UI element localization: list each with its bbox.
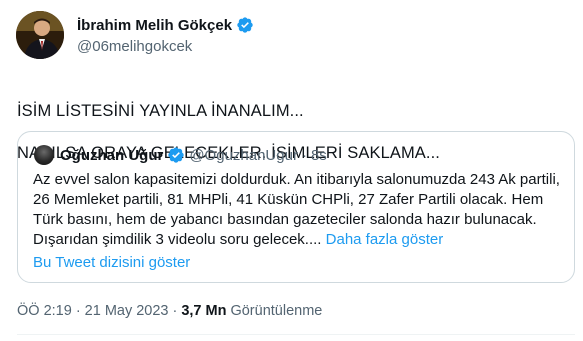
author-handle[interactable]: @06melihgokcek bbox=[77, 38, 192, 55]
meta-separator: · bbox=[75, 303, 81, 319]
quoted-author-avatar[interactable] bbox=[34, 145, 54, 165]
meta-separator: · bbox=[172, 303, 178, 319]
show-more-link[interactable]: Daha fazla göster bbox=[326, 231, 444, 248]
show-thread-link[interactable]: Bu Tweet dizisini göster bbox=[33, 254, 190, 271]
quoted-timestamp[interactable]: 8s bbox=[311, 147, 327, 164]
quoted-tweet-body: Az evvel salon kapasitemizi doldurduk. A… bbox=[33, 171, 560, 248]
quoted-separator: · bbox=[301, 146, 307, 164]
quoted-author-handle[interactable]: @OguzhanUgur bbox=[189, 147, 298, 164]
view-count-label: Görüntülenme bbox=[230, 303, 323, 319]
quoted-tweet-text: Az evvel salon kapasitemizi doldurduk. A… bbox=[33, 170, 563, 250]
tweet-date[interactable]: 21 May 2023 bbox=[85, 303, 169, 319]
verified-badge-icon bbox=[237, 17, 253, 33]
quoted-tweet-header: Oğuzhan Uğur @OguzhanUgur · 8s bbox=[60, 146, 327, 164]
view-count: 3,7 Mn bbox=[181, 303, 227, 319]
author-avatar[interactable] bbox=[16, 11, 64, 59]
tweet-time[interactable]: ÖÖ 2:19 bbox=[17, 303, 72, 319]
quoted-tweet-card[interactable]: Oğuzhan Uğur @OguzhanUgur · 8s Az evvel … bbox=[17, 131, 575, 283]
author-name-row[interactable]: İbrahim Melih Gökçek bbox=[77, 16, 254, 34]
author-name[interactable]: İbrahim Melih Gökçek bbox=[77, 17, 232, 34]
avatar-portrait-icon bbox=[16, 11, 64, 59]
divider bbox=[17, 334, 575, 335]
tweet-text-line-1: İSİM LİSTESİNİ YAYINLA İNANALIM... bbox=[17, 102, 304, 120]
quoted-author-name[interactable]: Oğuzhan Uğur bbox=[60, 147, 163, 164]
verified-badge-icon bbox=[168, 147, 185, 163]
tweet-meta: ÖÖ 2:19 · 21 May 2023 · 3,7 Mn Görüntüle… bbox=[17, 303, 322, 319]
